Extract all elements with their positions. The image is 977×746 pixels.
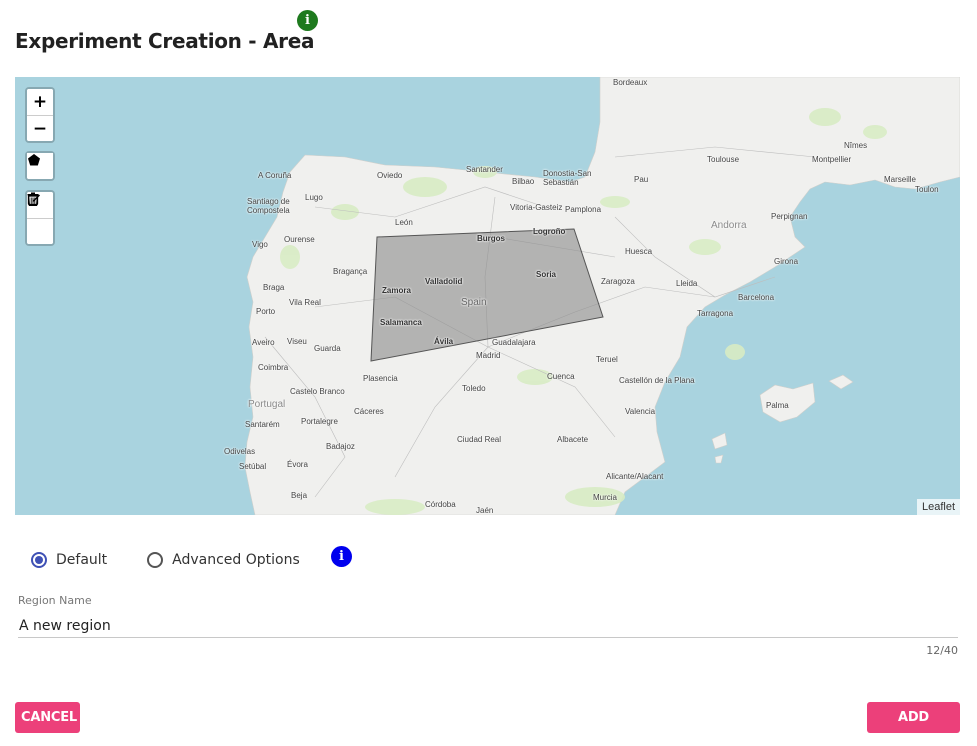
map-label: Donostia-San Sebastián [543, 169, 592, 187]
draw-polygon-button[interactable] [27, 153, 53, 179]
menorca [828, 374, 854, 390]
map-label: Viseu [287, 337, 307, 346]
map-label: Vila Real [289, 298, 321, 307]
map-label: Portalegre [301, 417, 338, 426]
trash-icon [27, 192, 39, 206]
map-label: Girona [774, 257, 799, 266]
map-label: Tarragona [697, 309, 734, 318]
map-label: Huesca [625, 247, 653, 256]
map-label: Oviedo [377, 171, 403, 180]
polygon-icon [28, 154, 40, 166]
map-label: Perpignan [771, 212, 808, 221]
map-attribution[interactable]: Leaflet [916, 499, 960, 515]
draw-toolbar [25, 151, 55, 181]
page-title: Experiment Creation - Area [15, 29, 315, 53]
map-label: Badajoz [326, 442, 355, 451]
add-region-button[interactable]: ADD REGION [867, 702, 960, 746]
map-label: Odivelas [224, 447, 256, 456]
advanced-info-icon[interactable]: i [331, 546, 352, 567]
map-label: Córdoba [425, 500, 456, 509]
map-label: Zamora [382, 286, 411, 295]
character-counter: 12/40 [926, 644, 958, 657]
default-radio[interactable] [31, 552, 47, 568]
map-label: Lleida [676, 279, 698, 288]
map-label: Guadalajara [492, 338, 536, 347]
map-label: Cuenca [547, 372, 575, 381]
cancel-button[interactable]: CANCEL [15, 702, 80, 733]
map-label: A Coruña [258, 171, 292, 180]
map-label: Jaén [476, 506, 494, 515]
region-name-input[interactable] [18, 614, 958, 638]
map-label: Spain [461, 297, 487, 308]
formentera [714, 454, 724, 464]
advanced-radio[interactable] [147, 552, 164, 568]
map-label: Santarém [245, 420, 280, 429]
map-label: Albacete [557, 435, 589, 444]
map-label: Setúbal [239, 462, 267, 471]
map-label: Castellón de la Plana [619, 376, 695, 385]
map-label: Porto [256, 307, 276, 316]
map-label: Guarda [314, 344, 341, 353]
map-label: Toulon [915, 185, 939, 194]
map-label: Toulouse [707, 155, 740, 164]
map-label: Cáceres [354, 407, 384, 416]
map-label: Coimbra [258, 363, 289, 372]
map-label: Évora [287, 460, 308, 469]
map-label: Vitoria-Gasteiz [510, 203, 563, 212]
map-label: Bordeaux [613, 78, 648, 87]
map-label: Pau [634, 175, 649, 184]
delete-layers-button[interactable] [27, 192, 53, 244]
map-label: Nîmes [844, 141, 868, 150]
map-label: Soria [536, 270, 557, 279]
map-label: Plasencia [363, 374, 398, 383]
map-label: Alicante/Alacant [606, 472, 664, 481]
map-label: Valladolid [425, 277, 463, 286]
advanced-label: Advanced Options [172, 552, 300, 568]
map-label: Logroño [533, 227, 566, 236]
map-label: Barcelona [738, 293, 775, 302]
map-label: Burgos [477, 234, 505, 243]
map-label: Braga [263, 283, 285, 292]
map-label: Marseille [884, 175, 917, 184]
map-label: Lugo [305, 193, 323, 202]
map-label: Andorra [711, 220, 747, 231]
map-label: Zaragoza [601, 277, 635, 286]
map-label: Palma [766, 401, 789, 410]
zoom-out-button[interactable]: − [27, 115, 53, 141]
map-label: Salamanca [380, 318, 422, 327]
map-label: Ourense [284, 235, 315, 244]
map-label: Vigo [252, 240, 268, 249]
map-label: Portugal [248, 399, 286, 410]
map-label: Santiago de Compostela [247, 197, 290, 215]
map-label: Toledo [462, 384, 486, 393]
map-label: Castelo Branco [290, 387, 345, 396]
zoom-control: + − [25, 87, 55, 143]
map-label: Montpellier [812, 155, 852, 164]
map-label: Aveiro [252, 338, 275, 347]
info-icon[interactable]: i [297, 10, 318, 31]
mode-options: Default Advanced Options [31, 552, 300, 568]
map-label: Madrid [476, 351, 501, 360]
map[interactable]: Bordeaux Santander Oviedo A Coruña Lugo … [15, 77, 960, 515]
map-tiles [244, 77, 960, 515]
map-label: León [395, 218, 413, 227]
default-label: Default [56, 552, 108, 568]
zoom-in-button[interactable]: + [27, 89, 53, 115]
advanced-option[interactable]: Advanced Options [147, 552, 300, 568]
default-option[interactable]: Default [31, 552, 107, 568]
map-label: Ávila [434, 337, 454, 346]
map-label: Bragança [333, 267, 368, 276]
map-label: Teruel [596, 355, 618, 364]
map-label: Ciudad Real [457, 435, 502, 444]
ibiza [711, 432, 728, 450]
map-label: Santander [466, 165, 503, 174]
map-label: Bilbao [512, 177, 535, 186]
map-label: Pamplona [565, 205, 602, 214]
map-label: Murcia [593, 493, 618, 502]
edit-toolbar [25, 190, 55, 246]
region-name-label: Region Name [18, 594, 92, 607]
map-label: Beja [291, 491, 308, 500]
map-label: Valencia [625, 407, 656, 416]
